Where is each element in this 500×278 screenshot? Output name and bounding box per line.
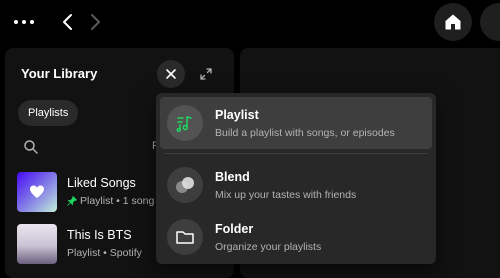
menu-divider	[164, 153, 428, 154]
item-subtitle: Playlist • Spotify	[67, 247, 142, 259]
search-icon	[24, 140, 38, 154]
close-create-menu-button[interactable]	[157, 60, 185, 88]
item-subtitle-row: Playlist • 1 song	[67, 195, 154, 207]
this-is-bts-thumbnail	[17, 224, 57, 264]
menu-item-subtitle: Mix up your tastes with friends	[215, 189, 357, 201]
filter-chip-playlists[interactable]: Playlists	[18, 100, 79, 126]
blend-icon-circle	[167, 167, 203, 203]
chevron-left-icon	[63, 14, 72, 30]
folder-icon-circle	[167, 219, 203, 255]
playlist-icon-circle	[167, 105, 203, 141]
create-blend-menu-item[interactable]: Blend Mix up your tastes with friends	[160, 159, 432, 211]
item-subtitle: Playlist • 1 song	[80, 195, 155, 207]
expand-library-button[interactable]	[196, 64, 216, 84]
heart-icon	[30, 185, 44, 198]
create-playlist-menu-item[interactable]: Playlist Build a playlist with songs, or…	[160, 97, 432, 149]
item-title: This Is BTS	[67, 228, 132, 242]
library-title[interactable]: Your Library	[21, 66, 97, 81]
menu-item-title: Blend	[215, 170, 250, 184]
menu-item-subtitle: Build a playlist with songs, or episodes	[215, 127, 395, 139]
menu-item-title: Folder	[215, 222, 254, 236]
menu-item-title: Playlist	[215, 108, 259, 122]
blend-icon	[176, 177, 194, 193]
create-menu: Playlist Build a playlist with songs, or…	[156, 93, 436, 264]
chevron-right-icon	[91, 14, 100, 30]
expand-icon	[200, 68, 212, 80]
create-folder-menu-item[interactable]: Folder Organize your playlists	[160, 211, 432, 263]
home-icon	[445, 14, 461, 30]
liked-songs-thumbnail	[17, 172, 57, 212]
search-button-partial[interactable]	[480, 3, 500, 41]
playlist-music-icon	[176, 116, 192, 133]
back-button[interactable]	[57, 11, 79, 33]
top-bar	[0, 0, 500, 46]
pin-icon	[67, 196, 77, 206]
home-button[interactable]	[434, 3, 472, 41]
menu-item-subtitle: Organize your playlists	[215, 241, 322, 253]
close-icon	[166, 69, 176, 79]
item-title: Liked Songs	[67, 176, 136, 190]
more-options-button[interactable]	[14, 14, 40, 30]
forward-button[interactable]	[84, 11, 106, 33]
search-library-button[interactable]	[23, 139, 39, 155]
folder-icon	[176, 231, 194, 244]
